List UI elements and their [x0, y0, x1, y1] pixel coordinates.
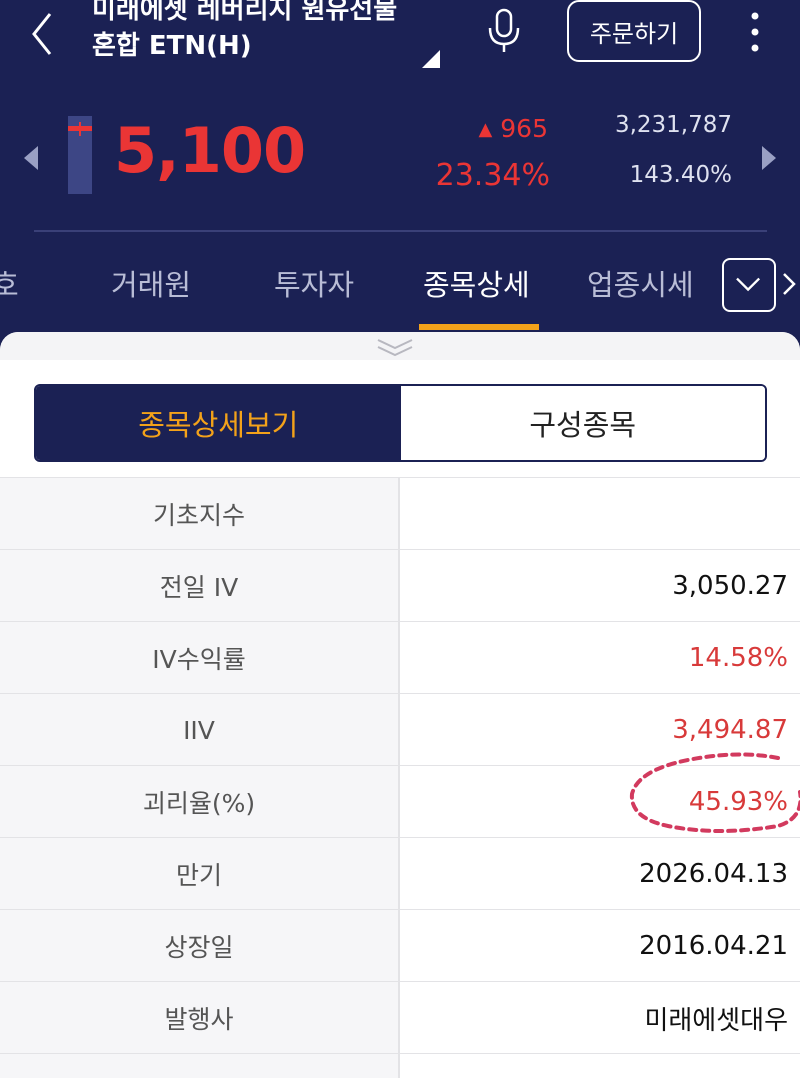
row-label: IIV — [0, 694, 398, 766]
tab-sector-price[interactable]: 업종시세 — [587, 262, 694, 304]
chevron-down-icon — [736, 277, 761, 292]
trading-volume: 3,231,787 — [614, 112, 732, 138]
microphone-icon — [488, 8, 520, 52]
order-button[interactable]: 주문하기 — [567, 0, 701, 62]
table-row: 기초지수 — [0, 477, 800, 550]
change-amount-value: 965 — [500, 114, 548, 143]
row-value: 3,050.27 — [672, 571, 788, 601]
quote-summary: 5,100 ▲ 965 23.34% 3,231,787 143.40% — [0, 100, 800, 230]
table-row: 괴리율(%) 45.93% — [0, 765, 800, 838]
tab-bar: 호 거래원 투자자 종목상세 업종시세 — [0, 232, 800, 332]
row-label: 상장일 — [0, 910, 398, 982]
row-value: 2026.04.13 — [639, 859, 788, 889]
row-label: 발행사 — [0, 982, 398, 1054]
row-value: 2016.04.21 — [639, 931, 788, 961]
tab-stock-detail[interactable]: 종목상세 — [423, 262, 530, 304]
more-vertical-icon — [751, 12, 759, 52]
next-stock-arrow-icon[interactable] — [758, 144, 778, 172]
row-label: 기초지수 — [0, 478, 398, 550]
row-value: 미래에셋대우 — [644, 1005, 788, 1036]
top-header: 미래에셋 레버리지 원유선물혼합 ETN(H) 주문하기 — [0, 0, 800, 100]
table-row: 발행사 미래에셋대우 — [0, 981, 800, 1054]
row-label: 괴리율(%) — [0, 766, 398, 838]
price-change-percent: 23.34% — [435, 158, 550, 193]
row-value: 14.58% — [688, 643, 788, 673]
tab-expand-button[interactable] — [722, 258, 776, 312]
table-row: IIV 3,494.87 — [0, 693, 800, 766]
previous-stock-arrow-icon[interactable] — [22, 144, 42, 172]
active-tab-indicator — [419, 324, 539, 330]
chevron-right-icon[interactable] — [780, 270, 798, 298]
segment-constituents[interactable]: 구성종목 — [400, 386, 765, 460]
table-row: IV수익률 14.58% — [0, 621, 800, 694]
row-value — [400, 1054, 788, 1078]
table-row: 상장일 2016.04.21 — [0, 909, 800, 982]
up-triangle-icon: ▲ — [478, 119, 493, 140]
price-change-amount: ▲ 965 — [430, 114, 548, 143]
row-value: 3,494.87 — [672, 715, 788, 745]
sheet-handle[interactable] — [0, 332, 800, 360]
row-label: 전일 IV — [0, 550, 398, 622]
row-label — [0, 1054, 398, 1078]
caret-icon[interactable] — [422, 50, 440, 68]
double-chevron-down-icon — [377, 339, 413, 357]
tab-investor[interactable]: 투자자 — [274, 262, 354, 304]
row-value — [400, 478, 788, 550]
table-row: 전일 IV 3,050.27 — [0, 549, 800, 622]
back-button[interactable] — [22, 4, 66, 60]
segment-stock-detail-view[interactable]: 종목상세보기 — [36, 386, 401, 460]
tab-partial-left[interactable]: 호 — [0, 262, 19, 304]
current-price: 5,100 — [114, 114, 306, 187]
table-row: 만기 2026.04.13 — [0, 837, 800, 910]
table-row — [0, 1053, 800, 1078]
candle-chart-icon — [68, 116, 92, 194]
voice-search-button[interactable] — [484, 8, 524, 54]
volume-rate: 143.40% — [629, 162, 732, 188]
row-label: 만기 — [0, 838, 398, 910]
row-value: 45.93% — [688, 787, 788, 817]
detail-sheet: 종목상세보기 구성종목 기초지수 전일 IV 3,050.27 IV수익률 14… — [0, 332, 800, 1078]
back-chevron-icon — [32, 13, 52, 55]
stock-title[interactable]: 미래에셋 레버리지 원유선물혼합 ETN(H) — [92, 0, 412, 64]
tab-trading-member[interactable]: 거래원 — [111, 262, 191, 304]
more-menu-button[interactable] — [740, 8, 770, 58]
view-segment-control: 종목상세보기 구성종목 — [34, 384, 767, 462]
row-label: IV수익률 — [0, 622, 398, 694]
